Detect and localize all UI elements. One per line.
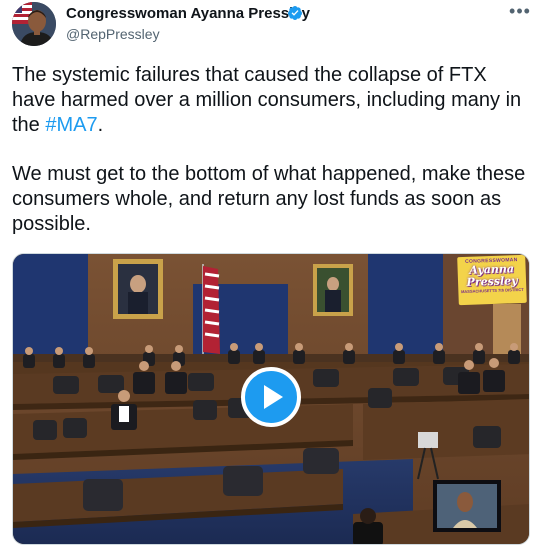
avatar[interactable] bbox=[12, 2, 56, 46]
verified-badge-icon bbox=[287, 6, 302, 20]
tweet-paragraph-2: We must get to the bottom of what happen… bbox=[12, 163, 526, 235]
tweet-paragraph-1: The systemic failures that caused the co… bbox=[12, 63, 532, 138]
pressley-logo-overlay: CONGRESSWOMAN Ayanna Pressley MASSACHUSE… bbox=[457, 254, 527, 306]
author-handle[interactable]: @RepPressley bbox=[66, 26, 160, 42]
video-player[interactable]: CONGRESSWOMAN Ayanna Pressley MASSACHUSE… bbox=[12, 253, 530, 545]
play-icon bbox=[264, 385, 283, 409]
tweet-card: Congresswoman Ayanna Pressley @RepPressl… bbox=[0, 0, 540, 550]
more-dots-icon[interactable]: ••• bbox=[508, 2, 532, 24]
hashtag-link[interactable]: #MA7 bbox=[45, 114, 97, 136]
tweet-text: The systemic failures that caused the co… bbox=[12, 63, 532, 237]
logo-tagline: MASSACHUSETTS 7th DISTRICT bbox=[460, 286, 524, 295]
author-name[interactable]: Congresswoman Ayanna Pressley bbox=[66, 5, 310, 22]
tweet-text-part: . bbox=[97, 114, 104, 136]
play-button[interactable] bbox=[241, 367, 301, 427]
